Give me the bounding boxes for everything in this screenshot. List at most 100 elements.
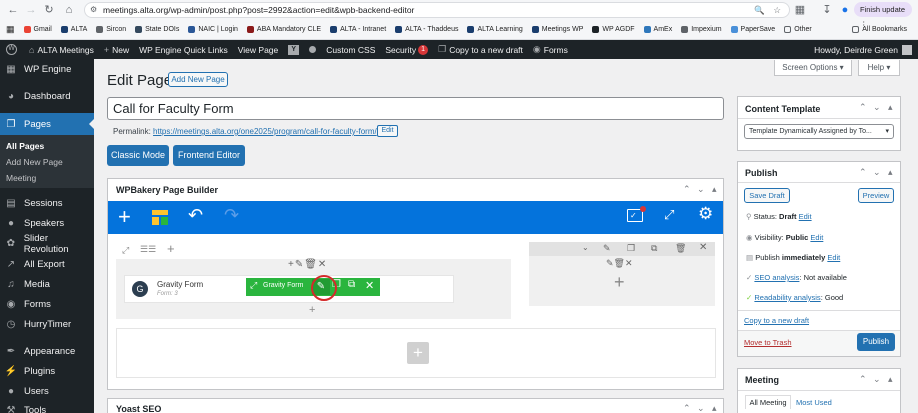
row-add-column-icon[interactable]: + xyxy=(167,241,175,256)
move-up-icon[interactable]: ⌃ xyxy=(859,167,867,178)
preview-button[interactable]: Preview xyxy=(858,188,894,203)
column-close-icon[interactable]: ✕ xyxy=(699,242,707,253)
collapse-icon[interactable]: ▴ xyxy=(888,374,893,385)
forward-icon[interactable]: → xyxy=(24,3,38,17)
classic-mode-button[interactable]: Classic Mode xyxy=(107,145,169,166)
adminbar-copy-draft[interactable]: ❐ Copy to a new draft xyxy=(438,44,523,55)
sidebar-item-tools[interactable]: ⚒ Tools xyxy=(0,401,94,413)
column-delete-icon[interactable]: 🗑 xyxy=(675,243,686,254)
move-up-icon[interactable]: ⌃ xyxy=(859,374,867,385)
tab-most-used[interactable]: Most Used xyxy=(796,398,832,407)
tab-all-meeting[interactable]: All Meeting xyxy=(745,395,791,409)
bookmark-amex[interactable]: AmEx xyxy=(643,26,672,33)
column-controls[interactable]: +✎🗑✕ xyxy=(288,259,327,270)
sidebar-item-media[interactable]: ♫ Media xyxy=(0,275,94,294)
help-button[interactable]: Help ▾ xyxy=(858,60,900,76)
bookmark-meetings-wp[interactable]: Meetings WP xyxy=(531,26,583,33)
move-up-icon[interactable]: ⌃ xyxy=(683,403,691,413)
site-info-icon[interactable]: ⚙ xyxy=(90,3,97,17)
move-up-icon[interactable]: ⌃ xyxy=(683,184,691,195)
column-2-controls[interactable]: ✎🗑✕ xyxy=(606,258,633,269)
delete-icon[interactable]: ✕ xyxy=(365,279,374,292)
readability-link[interactable]: Readability analysis xyxy=(754,293,820,302)
column-copy-icon[interactable]: ⧉ xyxy=(651,243,657,254)
title-input[interactable]: Call for Faculty Form xyxy=(107,97,724,120)
sidebar-item-hurrytimer[interactable]: ◷ HurryTimer xyxy=(0,315,94,334)
sidebar-item-all-export[interactable]: ↗ All Export xyxy=(0,255,94,274)
star-icon[interactable]: ☆ xyxy=(773,3,781,17)
collapse-icon[interactable]: ▴ xyxy=(888,167,893,178)
templates-icon[interactable] xyxy=(152,210,168,225)
screen-options-button[interactable]: Screen Options ▾ xyxy=(774,60,852,76)
sidebar-item-appearance[interactable]: ✒ Appearance xyxy=(0,342,94,361)
collapse-icon[interactable]: ▴ xyxy=(712,184,717,195)
adminbar-custom-css[interactable]: Custom CSS xyxy=(326,45,375,55)
sidebar-item-speakers[interactable]: ● Speakers xyxy=(0,214,94,233)
fullscreen-icon[interactable]: ⤢ xyxy=(664,207,674,223)
zoom-icon[interactable]: 🔍 xyxy=(754,3,765,17)
download-icon[interactable]: ↧ xyxy=(820,3,834,17)
column-clone-icon[interactable]: ❐ xyxy=(627,243,635,254)
bookmark-alta-thaddeus[interactable]: ALTA - Thaddeus xyxy=(395,26,458,33)
move-down-icon[interactable]: ⌄ xyxy=(697,184,705,195)
permalink-edit-button[interactable]: Edit xyxy=(377,125,398,137)
bookmark-state-dois[interactable]: State DOIs xyxy=(135,26,179,33)
sidebar-item-pages[interactable]: ❐ Pages xyxy=(0,113,94,135)
adminbar-site[interactable]: ⌂ ALTA Meetings xyxy=(29,45,94,55)
settings-gear-icon[interactable]: ⚙ xyxy=(698,204,713,224)
bookmark-alta[interactable]: ALTA xyxy=(60,26,87,33)
move-down-icon[interactable]: ⌄ xyxy=(697,403,705,413)
sidebar-item-plugins[interactable]: ⚡ Plugins xyxy=(0,362,94,381)
submenu-all-pages[interactable]: All Pages xyxy=(0,139,94,154)
schedule-edit-link[interactable]: Edit xyxy=(827,253,840,262)
adminbar-forms[interactable]: ◉ Forms xyxy=(533,44,568,55)
bookmark-aba[interactable]: ABA Mandatory CLE xyxy=(246,26,321,33)
add-element-below-icon[interactable]: + xyxy=(309,304,315,316)
bookmark-sircon[interactable]: Sircon xyxy=(96,26,126,33)
submenu-meeting[interactable]: Meeting xyxy=(0,171,94,186)
seo-icon[interactable]: ✓ xyxy=(627,206,646,222)
wp-logo-icon[interactable]: W xyxy=(6,44,17,55)
sidebar-item-users[interactable]: ● Users xyxy=(0,382,94,401)
bookmark-gmail[interactable]: Gmail xyxy=(23,26,52,33)
move-down-icon[interactable]: ⌄ xyxy=(873,102,881,113)
undo-icon[interactable]: ↶ xyxy=(188,205,203,226)
sidebar-item-slider-revolution[interactable]: ✿ Slider Revolution xyxy=(0,233,94,255)
apps-icon[interactable]: ▦ xyxy=(6,24,15,35)
sidebar-item-wp-engine[interactable]: ▦ WP Engine xyxy=(0,60,94,79)
status-edit-link[interactable]: Edit xyxy=(799,212,812,221)
move-down-icon[interactable]: ⌄ xyxy=(873,374,881,385)
sidebar-item-dashboard[interactable]: ◕ Dashboard xyxy=(0,87,94,106)
submenu-add-new-page[interactable]: Add New Page xyxy=(0,155,94,170)
add-element-icon[interactable]: + xyxy=(118,204,131,230)
frontend-editor-button[interactable]: Frontend Editor xyxy=(173,145,245,166)
finish-update-button[interactable]: Finish update ⋮ xyxy=(854,2,912,29)
row-layout-icon[interactable]: ☰☰ xyxy=(140,244,156,255)
yoast-icon[interactable]: Y xyxy=(288,44,300,55)
publish-button[interactable]: Publish xyxy=(857,333,895,351)
column-edit-icon[interactable]: ✎ xyxy=(603,243,611,254)
sidebar-item-sessions[interactable]: ▤ Sessions xyxy=(0,194,94,213)
save-draft-button[interactable]: Save Draft xyxy=(744,188,790,203)
move-up-icon[interactable]: ⌃ xyxy=(859,102,867,113)
adminbar-security[interactable]: Security 1 xyxy=(385,44,429,55)
bookmark-other[interactable]: Other xyxy=(784,26,812,33)
seo-analysis-link[interactable]: SEO analysis xyxy=(754,273,799,282)
reload-icon[interactable]: ↻ xyxy=(42,3,56,17)
bookmark-impexium[interactable]: Impexium xyxy=(681,26,722,33)
adminbar-quick-links[interactable]: WP Engine Quick Links xyxy=(139,45,228,55)
element-move-icon[interactable]: ⤢ xyxy=(250,280,257,291)
bookmark-naic[interactable]: NAIC | Login xyxy=(188,26,238,33)
collapse-icon[interactable]: ▴ xyxy=(712,403,717,413)
permalink-link[interactable]: https://meetings.alta.org/one2025/progra… xyxy=(153,127,377,136)
row-drag-icon[interactable]: ⤢ xyxy=(122,245,129,256)
copy-draft-link[interactable]: Copy to a new draft xyxy=(744,316,809,325)
profile-icon[interactable]: ● xyxy=(838,3,852,17)
collapse-icon[interactable]: ▴ xyxy=(888,102,893,113)
bookmark-alta-learning[interactable]: ALTA Learning xyxy=(467,26,523,33)
adminbar-new[interactable]: + New xyxy=(104,45,129,55)
bookmark-papersave[interactable]: PaperSave xyxy=(730,26,775,33)
adminbar-view-page[interactable]: View Page xyxy=(238,45,278,55)
redo-icon[interactable]: ↷ xyxy=(224,205,239,226)
copy-icon[interactable]: ⧉ xyxy=(348,279,355,290)
